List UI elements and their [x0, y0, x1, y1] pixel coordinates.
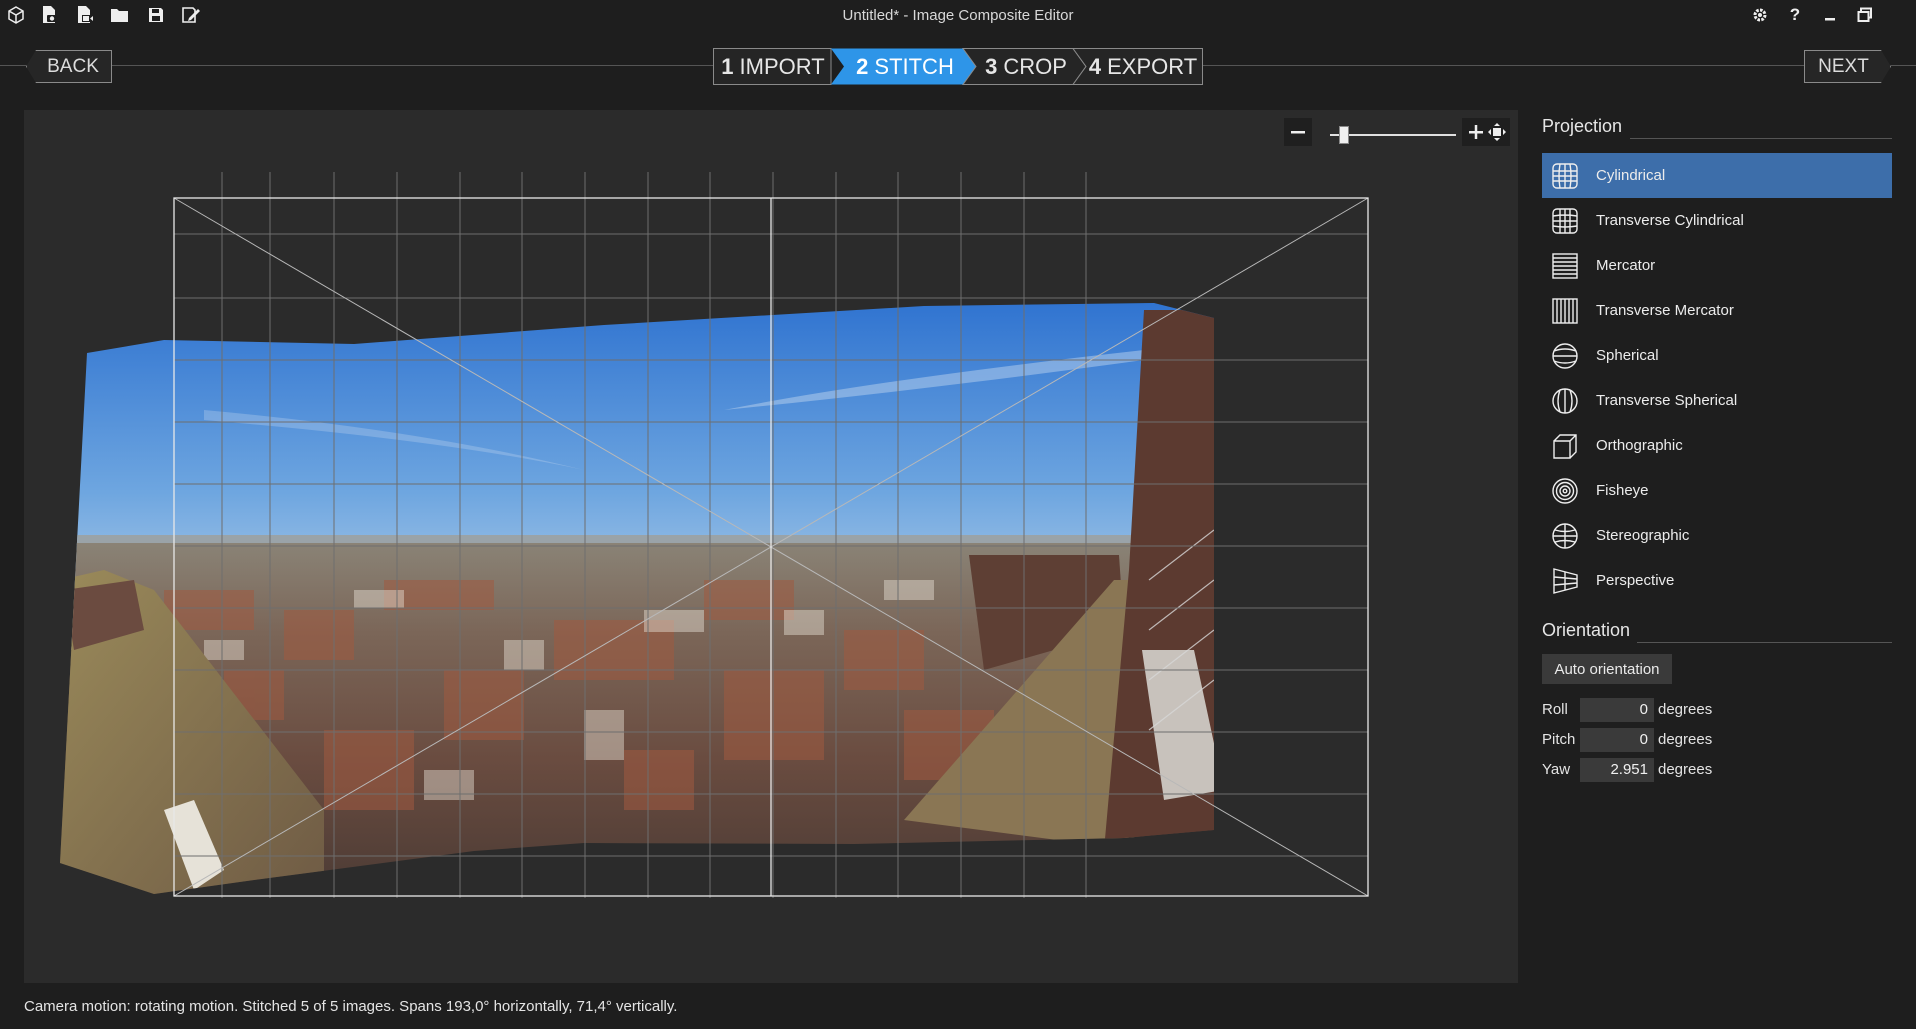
step-number: 2	[856, 53, 869, 79]
yaw-row: Yaw 2.951 degrees	[1542, 758, 1842, 782]
projection-option-label: Perspective	[1596, 572, 1675, 589]
projection-option-transverse-spherical[interactable]: Transverse Spherical	[1542, 378, 1892, 423]
nav-divider	[1203, 65, 1804, 66]
projection-heading: Projection	[1542, 116, 1892, 144]
projection-option-orthographic[interactable]: Orthographic	[1542, 423, 1892, 468]
spherical-icon	[1548, 339, 1582, 373]
window-title: Untitled* - Image Composite Editor	[842, 7, 1074, 24]
next-button-label: NEXT	[1818, 55, 1869, 77]
step-stitch-tab[interactable]: 2 STITCH	[837, 48, 973, 85]
back-button-label: BACK	[47, 55, 99, 77]
stitch-canvas[interactable]	[24, 110, 1518, 983]
projection-option-transverse-mercator[interactable]: Transverse Mercator	[1542, 288, 1892, 333]
minimize-icon[interactable]	[1818, 4, 1842, 26]
cylindrical-icon	[1548, 159, 1582, 193]
pitch-input[interactable]: 0	[1580, 728, 1654, 752]
roll-input[interactable]: 0	[1580, 698, 1654, 722]
zoom-out-button[interactable]	[1284, 118, 1312, 146]
zoom-slider[interactable]	[1330, 126, 1456, 144]
step-label: EXPORT	[1107, 53, 1198, 79]
status-text: Camera motion: rotating motion. Stitched…	[24, 998, 678, 1015]
step-export-tab[interactable]: 4 EXPORT	[1083, 48, 1203, 85]
transverse-spherical-icon	[1548, 384, 1582, 418]
projection-option-label: Fisheye	[1596, 482, 1649, 499]
heading-rule	[1637, 642, 1892, 643]
projection-heading-text: Projection	[1542, 116, 1623, 136]
settings-panel: Projection Cylindrical Transverse Cylind…	[1542, 110, 1892, 782]
mercator-icon	[1548, 249, 1582, 283]
roll-label: Roll	[1542, 701, 1568, 718]
pitch-row: Pitch 0 degrees	[1542, 728, 1842, 752]
help-icon[interactable]: ?	[1783, 4, 1807, 26]
projection-option-mercator[interactable]: Mercator	[1542, 243, 1892, 288]
projection-option-fisheye[interactable]: Fisheye	[1542, 468, 1892, 513]
step-number: 3	[985, 53, 998, 79]
step-label: IMPORT	[739, 53, 825, 79]
projection-option-perspective[interactable]: Perspective	[1542, 558, 1892, 603]
next-button[interactable]: NEXT	[1804, 50, 1891, 83]
projection-option-label: Stereographic	[1596, 527, 1690, 544]
fisheye-icon	[1548, 474, 1582, 508]
heading-rule	[1630, 138, 1892, 139]
projection-option-label: Orthographic	[1596, 437, 1683, 454]
step-crop-tab[interactable]: 3 CROP	[971, 48, 1081, 85]
projection-option-transverse-cylindrical[interactable]: Transverse Cylindrical	[1542, 198, 1892, 243]
projection-option-spherical[interactable]: Spherical	[1542, 333, 1892, 378]
projection-option-label: Spherical	[1596, 347, 1659, 364]
yaw-label: Yaw	[1542, 761, 1571, 778]
auto-orientation-button[interactable]: Auto orientation	[1542, 654, 1672, 684]
title-bar: Untitled* - Image Composite Editor ?	[0, 0, 1916, 30]
roll-unit: degrees	[1658, 701, 1713, 718]
settings-gear-icon[interactable]	[1748, 4, 1772, 26]
nav-divider	[0, 65, 26, 66]
orthographic-icon	[1548, 429, 1582, 463]
zoom-slider-thumb[interactable]	[1339, 126, 1349, 144]
step-label: STITCH	[874, 53, 954, 79]
stereographic-icon	[1548, 519, 1582, 553]
back-button[interactable]: BACK	[26, 50, 112, 83]
panorama-preview[interactable]	[24, 110, 1518, 983]
projection-option-label: Transverse Mercator	[1596, 302, 1734, 319]
pitch-label: Pitch	[1542, 731, 1576, 748]
projection-option-label: Transverse Cylindrical	[1596, 212, 1744, 229]
orientation-heading: Orientation	[1542, 620, 1892, 648]
orientation-heading-text: Orientation	[1542, 620, 1631, 640]
projection-option-label: Transverse Spherical	[1596, 392, 1738, 409]
roll-row: Roll 0 degrees	[1542, 698, 1842, 722]
projection-list: Cylindrical Transverse Cylindrical Merca…	[1542, 153, 1892, 603]
perspective-icon	[1548, 564, 1582, 598]
step-number: 1	[721, 53, 734, 79]
nav-divider	[112, 65, 713, 66]
projection-option-label: Cylindrical	[1596, 167, 1666, 184]
projection-option-label: Mercator	[1596, 257, 1656, 274]
step-label: CROP	[1003, 53, 1067, 79]
transverse-cylindrical-icon	[1548, 204, 1582, 238]
nav-divider	[1891, 65, 1916, 66]
projection-option-cylindrical[interactable]: Cylindrical	[1542, 153, 1892, 198]
projection-option-stereographic[interactable]: Stereographic	[1542, 513, 1892, 558]
fit-to-window-icon[interactable]	[1484, 118, 1510, 146]
pitch-unit: degrees	[1658, 731, 1713, 748]
step-number: 4	[1088, 53, 1102, 79]
restore-icon[interactable]	[1853, 4, 1877, 26]
step-import-tab[interactable]: 1 IMPORT	[713, 48, 833, 85]
yaw-input[interactable]: 2.951	[1580, 758, 1654, 782]
yaw-unit: degrees	[1658, 761, 1713, 778]
transverse-mercator-icon	[1548, 294, 1582, 328]
workflow-steps: 1 IMPORT 2 STITCH 3 CROP 4 EXPORT	[713, 48, 1203, 85]
